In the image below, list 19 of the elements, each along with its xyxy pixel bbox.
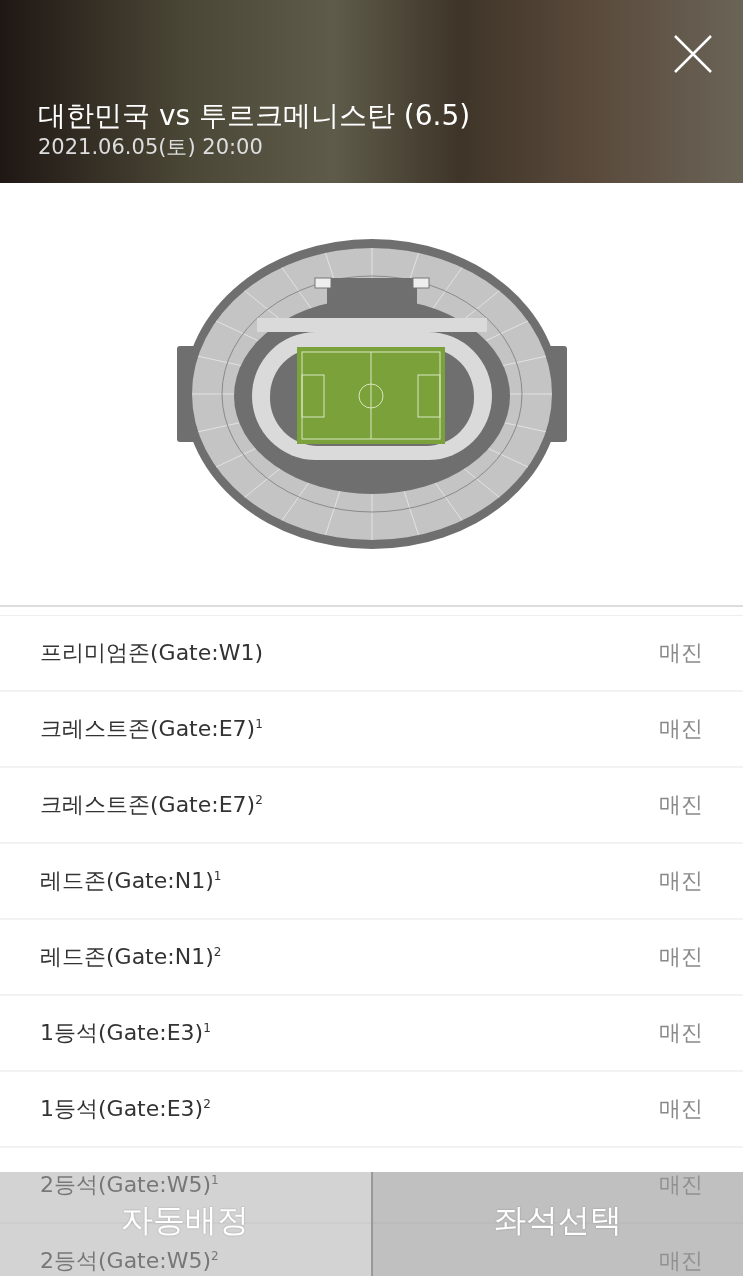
zone-name: 1등석(Gate:E3)$^{2}$ — [40, 1095, 211, 1123]
sold-out-status: 매진 — [659, 867, 703, 895]
sold-out-status: 매진 — [659, 943, 703, 971]
zone-name: 2등석(Gate:W5)$^{1}$ — [40, 1171, 219, 1199]
close-icon[interactable] — [673, 34, 713, 74]
zone-name: 레드존(Gate:N1)$^{1}$ — [40, 867, 222, 895]
sold-out-status: 매진 — [659, 639, 703, 667]
zone-name: 레드존(Gate:N1)$^{2}$ — [40, 943, 222, 971]
match-title: 대한민국 vs 투르크메니스탄 (6.5) — [38, 98, 472, 134]
zone-name: 크레스트존(Gate:E7)$^{1}$ — [40, 715, 263, 743]
sold-out-status: 매진 — [659, 1019, 703, 1047]
zone-name: 2등석(Gate:W5)$^{2}$ — [40, 1247, 219, 1275]
sold-out-status: 매진 — [659, 715, 703, 743]
match-datetime: 2021.06.05(토) 20:00 — [38, 134, 264, 160]
sold-out-status: 매진 — [659, 1095, 703, 1123]
zone-name: 크레스트존(Gate:E7)$^{2}$ — [40, 791, 263, 819]
sold-out-status: 매진 — [659, 791, 703, 819]
zone-name: 프리미엄존(Gate:W1) — [40, 639, 264, 667]
zone-name: 1등석(Gate:E3)$^{1}$ — [40, 1019, 211, 1047]
